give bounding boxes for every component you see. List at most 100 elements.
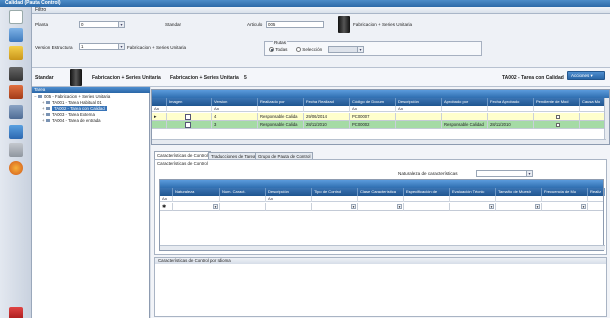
new-document-icon[interactable] — [9, 10, 23, 24]
grid-col-tipo-control[interactable]: Tipo de Control — [312, 188, 358, 196]
grid-col-tamano[interactable]: Tamaño de Muestr — [496, 188, 542, 196]
rutas-seleccion-option[interactable]: Selección — [296, 47, 322, 53]
grid-col-selector[interactable] — [160, 188, 173, 196]
new-row-evaluacion[interactable]: ▾ — [450, 203, 496, 211]
tab-traducciones[interactable]: Traducciones de Tarea — [208, 152, 259, 159]
grid-col-aprobado[interactable]: Aprobado por — [442, 98, 488, 106]
new-row[interactable]: ✱ ▾ ▾ ▾ ▾ ▾ ▾ — [160, 203, 603, 211]
filter-cell[interactable] — [534, 106, 580, 112]
new-row-num[interactable] — [220, 203, 266, 211]
grid-col-especificacion[interactable]: Especificación de — [404, 188, 450, 196]
new-row-clase[interactable]: ▾ — [358, 203, 404, 211]
chevron-down-icon[interactable]: ▾ — [535, 204, 540, 209]
grid-col-num-caract[interactable]: Num. Caract. — [220, 188, 266, 196]
refresh-icon[interactable] — [9, 161, 23, 175]
filter-cell[interactable] — [220, 196, 266, 202]
chevron-down-icon[interactable]: ▾ — [581, 204, 586, 209]
grid-col-codigo[interactable]: Código de Docum — [350, 98, 396, 106]
new-row-tipo[interactable]: ▾ — [312, 203, 358, 211]
chevron-down-icon[interactable]: ▾ — [397, 204, 402, 209]
acciones-button[interactable]: Acciones ▾ — [567, 71, 605, 80]
filter-cell[interactable] — [542, 196, 588, 202]
filter-cell[interactable]: Aa — [212, 106, 258, 112]
chevron-down-icon[interactable]: ▾ — [118, 44, 124, 49]
new-row-descripcion[interactable] — [266, 203, 312, 211]
grid-col-naturaleza[interactable]: Naturaleza — [173, 188, 220, 196]
grid-col-descripcion[interactable]: Descripción — [266, 188, 312, 196]
filter-cell[interactable]: Aa — [350, 106, 396, 112]
filter-cell[interactable] — [173, 196, 220, 202]
exit-icon[interactable] — [9, 307, 23, 318]
report-icon[interactable] — [9, 105, 23, 119]
grid-col-selector[interactable] — [152, 98, 167, 106]
tree-node-ta002[interactable]: + TA002 - Tarea con Calidad — [42, 106, 107, 111]
filter-cell[interactable] — [304, 106, 350, 112]
grid-col-descripcion[interactable]: Descripción — [396, 98, 442, 106]
tree-node-ta004[interactable]: + TA004 - Tarea de entrada — [42, 118, 101, 123]
filter-cell[interactable] — [404, 196, 450, 202]
chevron-down-icon[interactable]: ▾ — [118, 22, 124, 27]
chevron-down-icon[interactable]: ▾ — [489, 204, 494, 209]
filter-cell[interactable] — [496, 196, 542, 202]
tab-caracteristicas[interactable]: Características de Control — [154, 151, 211, 159]
naturaleza-dropdown[interactable]: ▾ — [476, 170, 533, 177]
copy-icon[interactable] — [9, 143, 23, 157]
tab-grupo-pauta[interactable]: Grupo de Pauta de Control — [255, 152, 314, 159]
delete-icon[interactable] — [9, 85, 23, 99]
print-icon[interactable] — [9, 67, 23, 81]
filter-cell[interactable] — [258, 106, 304, 112]
filter-cell[interactable] — [312, 196, 358, 202]
task-icon — [46, 119, 50, 123]
tree-node-ta003[interactable]: + TA003 - Tarea Externa — [42, 112, 95, 117]
window-titlebar: Calidad (Pauta Control) — [0, 0, 610, 7]
radio-selected-icon[interactable] — [269, 47, 274, 53]
chevron-down-icon[interactable]: ▾ — [526, 171, 532, 176]
grid-col-version[interactable]: Version — [212, 98, 258, 106]
grid-col-clase[interactable]: Clase Característica — [358, 188, 404, 196]
new-row-frecuencia[interactable]: ▾ — [542, 203, 588, 211]
grid-col-frecuencia[interactable]: Frecuencia de Mu — [542, 188, 588, 196]
grid-header: Naturaleza Num. Caract. Descripción Tipo… — [160, 188, 605, 196]
tree-node-root[interactable]: −005 - Fabricacion + Series Unitaria — [34, 94, 110, 99]
filter-cell[interactable]: Aa — [266, 196, 312, 202]
checkbox-icon[interactable] — [555, 122, 560, 127]
grid-col-imagen[interactable]: Imagen — [167, 98, 212, 106]
new-row-especificacion[interactable] — [404, 203, 450, 211]
grid-col-realizado[interactable]: Realizado por — [258, 98, 304, 106]
planta-dropdown[interactable]: 0 ▾ — [79, 21, 125, 28]
table-row[interactable]: ▸ 4 Responsable Calida 29/06/2014 PC0000… — [152, 113, 609, 121]
chevron-down-icon[interactable]: ▾ — [213, 204, 218, 209]
tree-node-ta001[interactable]: + TA001 - Tarea Habitual 01 — [42, 100, 102, 105]
save-icon[interactable] — [9, 28, 23, 42]
filter-cell[interactable] — [442, 106, 488, 112]
grid-horizontal-scrollbar[interactable] — [160, 245, 605, 250]
grid-col-fecha-aprobado[interactable]: Fecha Aprobado — [488, 98, 534, 106]
radio-icon[interactable] — [296, 47, 301, 53]
new-row-tamano[interactable]: ▾ — [496, 203, 542, 211]
chevron-down-icon[interactable]: ▾ — [357, 47, 363, 52]
grid-group-bar — [152, 90, 609, 98]
grid-col-evaluacion[interactable]: Evaluación Técnic — [450, 188, 496, 196]
checkbox-icon[interactable] — [555, 114, 560, 119]
grid-col-fecha-realizado[interactable]: Fecha Realizad — [304, 98, 350, 106]
rutas-todas-option[interactable]: Todas — [269, 47, 287, 53]
grid-col-pendiente[interactable]: Pendiente de Mod — [534, 98, 580, 106]
filter-cell[interactable] — [358, 196, 404, 202]
transfer-icon[interactable] — [9, 125, 23, 139]
chevron-down-icon[interactable]: ▾ — [351, 204, 356, 209]
articulo-input[interactable]: 005 — [266, 21, 324, 28]
rutas-dropdown[interactable]: ▾ — [328, 46, 364, 53]
grid-vertical-scrollbar[interactable] — [604, 98, 609, 144]
table-row[interactable]: 3 Responsable Calida 28/11/2010 PC00002 … — [152, 121, 609, 129]
version-dropdown[interactable]: 1 ▾ — [79, 43, 125, 50]
filter-cell[interactable]: Aa — [396, 106, 442, 112]
new-row-naturaleza[interactable]: ▾ — [173, 203, 220, 211]
filter-cell[interactable] — [450, 196, 496, 202]
task-tree: Tarea −005 - Fabricacion + Series Unitar… — [32, 87, 150, 318]
filter-cell[interactable] — [488, 106, 534, 112]
grid-horizontal-scrollbar[interactable] — [152, 139, 606, 144]
database-icon[interactable] — [9, 46, 23, 60]
grid-col-realiz[interactable]: Realiz — [588, 188, 605, 196]
filter-cell[interactable] — [167, 106, 212, 112]
filtros-menu[interactable]: Filtro — [32, 7, 610, 14]
